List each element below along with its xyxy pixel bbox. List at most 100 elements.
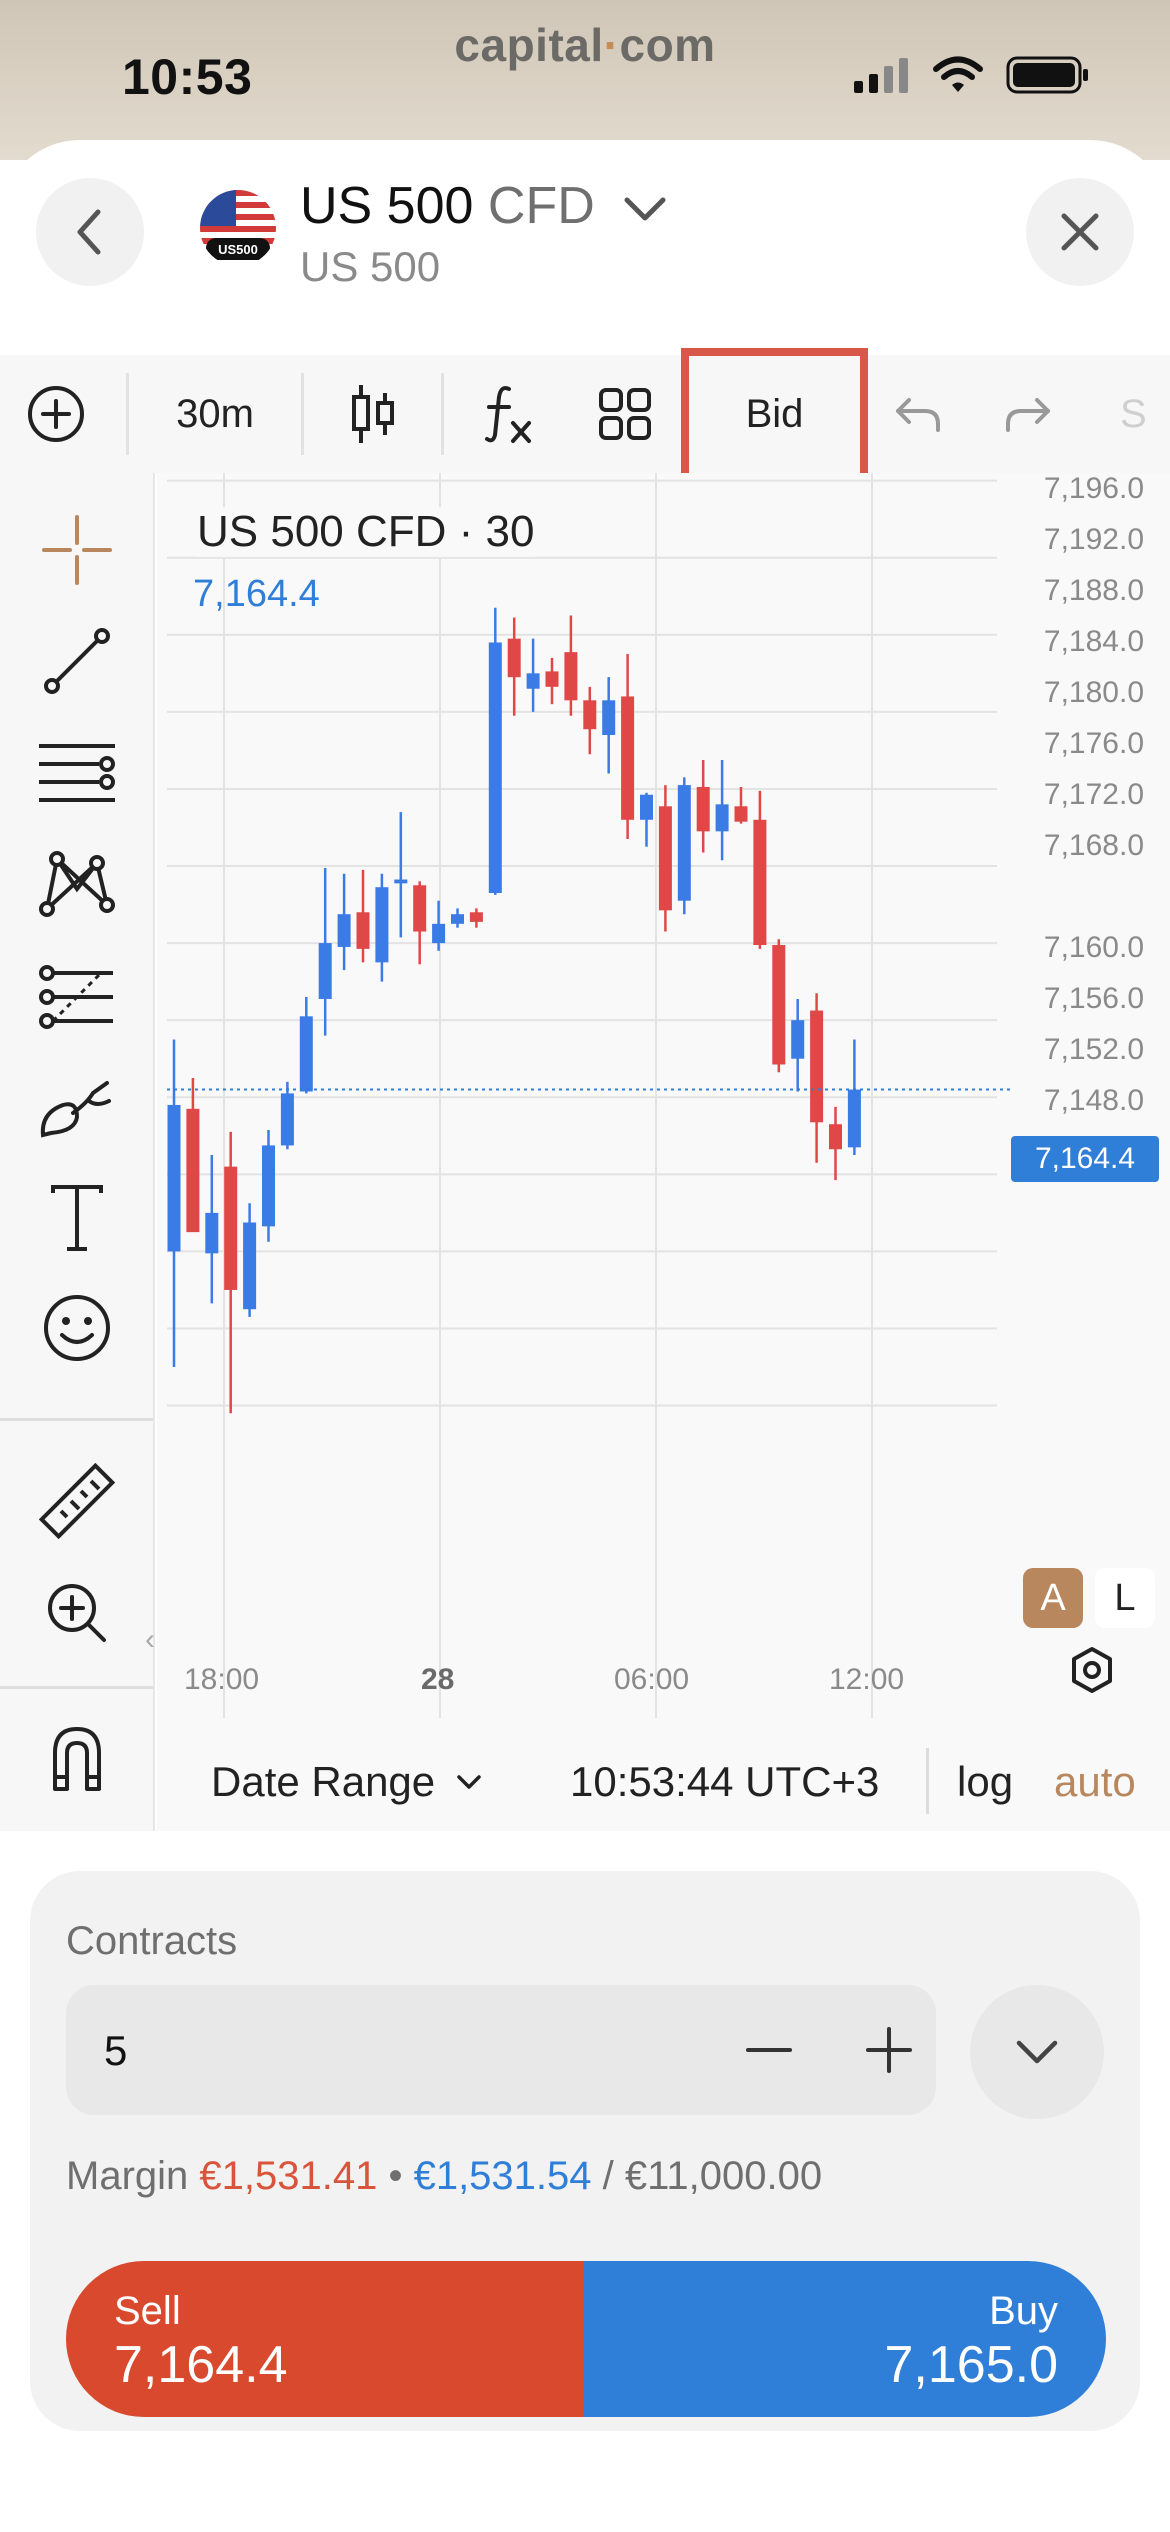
chart-bottom-bar: Date Range 10:53:44 UTC+3 log auto: [157, 1718, 1170, 1831]
toolbar-separator: [126, 373, 129, 455]
toolbar-separator: [441, 373, 444, 455]
crosshair-tool[interactable]: [32, 505, 122, 595]
brand-dot: ·: [603, 19, 620, 71]
auto-scale-button[interactable]: A: [1023, 1568, 1083, 1628]
ruler-icon: [39, 1463, 115, 1539]
price-chart[interactable]: US 500 CFD · 30 7,164.4 7,196.0 7,192.0 7,…: [145, 472, 1170, 1831]
y-tick: 7,152.0: [1043, 1033, 1144, 1066]
trend-line-tool[interactable]: [32, 616, 122, 706]
sell-button[interactable]: Sell 7,164.4: [66, 2261, 584, 2417]
candle-body: [545, 671, 559, 687]
crosshair-icon: [42, 515, 112, 585]
text-tool[interactable]: [32, 1173, 122, 1263]
flag-label: US500: [218, 242, 258, 257]
date-range-button[interactable]: Date Range: [211, 1758, 483, 1806]
instrument-sheet: US500 US 500 CFD US 500 30m Bid S US 500…: [0, 140, 1170, 2532]
expand-order-button[interactable]: [970, 1985, 1104, 2119]
y-tick: 7,176.0: [1043, 727, 1144, 760]
zoom-in-icon: [48, 1584, 106, 1642]
brand-right: com: [619, 19, 716, 71]
margin-buy-value: €1,531.54: [413, 2154, 592, 2198]
collapse-tools-chevron-icon[interactable]: ‹: [145, 1623, 155, 1657]
close-button[interactable]: [1026, 178, 1134, 286]
drawing-tools-panel: [0, 473, 155, 1831]
quantity-stepper: 5: [66, 1985, 936, 2115]
us-flag-icon: US500: [200, 190, 276, 266]
candle-body: [583, 700, 597, 730]
layout-grid-icon: [599, 388, 651, 440]
y-tick: 7,180.0: [1043, 676, 1144, 709]
horizontal-lines-tool[interactable]: [32, 728, 122, 818]
candle-body: [810, 1010, 824, 1123]
redo-button[interactable]: [980, 355, 1075, 473]
candle-body: [337, 914, 351, 947]
y-tick: 7,184.0: [1043, 625, 1144, 658]
x-tick: 18:00: [184, 1663, 260, 1696]
toolbar-overflow-item[interactable]: S: [1120, 355, 1170, 473]
layout-button[interactable]: [575, 355, 675, 473]
candle-body: [262, 1145, 275, 1227]
instrument-title[interactable]: US 500 CFD: [300, 176, 667, 236]
candle-body: [432, 923, 446, 944]
auto-button[interactable]: auto: [1054, 1758, 1136, 1806]
magnet-icon: [53, 1727, 101, 1791]
indicators-button[interactable]: [460, 355, 560, 473]
magnet-tool[interactable]: [32, 1713, 122, 1803]
back-button[interactable]: [36, 178, 144, 286]
increase-quantity-button[interactable]: [846, 2007, 932, 2093]
highlight-box: [681, 348, 868, 483]
brush-icon: [40, 1081, 111, 1138]
text-tool-icon: [51, 1185, 103, 1251]
wifi-icon: [933, 56, 983, 92]
brand-left: capital: [454, 19, 604, 71]
candle-body: [677, 785, 691, 901]
chevron-down-icon: [457, 1775, 481, 1789]
fib-tool[interactable]: [32, 951, 122, 1041]
candle-body: [243, 1222, 257, 1310]
y-tick: 7,192.0: [1043, 523, 1144, 556]
bottom-separator: [926, 1748, 929, 1814]
candle-body: [772, 945, 786, 1065]
chart-clock[interactable]: 10:53:44 UTC+3: [570, 1758, 879, 1806]
trend-line-icon: [44, 628, 110, 694]
x-tick: 28: [421, 1663, 455, 1696]
interval-button[interactable]: 30m: [130, 355, 300, 473]
undo-button[interactable]: [870, 355, 965, 473]
candle-body: [658, 806, 672, 911]
battery-icon: [1006, 56, 1088, 94]
add-button[interactable]: [0, 355, 112, 473]
y-tick: 7,148.0: [1043, 1084, 1144, 1117]
candle-body: [696, 787, 710, 832]
chevron-down-icon: [624, 197, 666, 221]
candle-body: [205, 1212, 219, 1254]
zoom-in-tool[interactable]: [32, 1568, 122, 1658]
candle-body: [526, 673, 540, 689]
quantity-input[interactable]: 5: [104, 2027, 127, 2075]
candle-body: [375, 887, 389, 963]
emoji-tool[interactable]: [32, 1283, 122, 1373]
candle-body: [791, 1020, 805, 1059]
log-button[interactable]: log: [957, 1758, 1013, 1806]
candle-body: [488, 642, 502, 893]
cellular-signal-icon: [854, 58, 908, 93]
y-tick: 7,168.0: [1043, 829, 1144, 862]
margin-sell-value: €1,531.41: [199, 2154, 378, 2198]
brush-tool[interactable]: [32, 1063, 122, 1153]
candlestick-chart[interactable]: [157, 473, 1170, 1718]
chart-type-button[interactable]: [305, 355, 440, 473]
ruler-tool[interactable]: [32, 1456, 122, 1546]
candle-body: [413, 885, 427, 932]
chevron-down-icon: [1016, 2040, 1058, 2064]
chart-settings-button[interactable]: [1067, 1645, 1117, 1700]
redo-icon: [1005, 398, 1050, 432]
candle-body: [715, 804, 729, 832]
margin-total: / €11,000.00: [591, 2154, 823, 2198]
buy-button[interactable]: Buy 7,165.0: [584, 2261, 1106, 2417]
pattern-tool[interactable]: [32, 839, 122, 929]
undo-icon: [895, 398, 940, 432]
emoji-icon: [44, 1295, 110, 1361]
minus-icon: [746, 2048, 792, 2052]
y-tick: 7,196.0: [1043, 472, 1144, 505]
log-scale-button[interactable]: L: [1095, 1568, 1155, 1628]
decrease-quantity-button[interactable]: [726, 2007, 812, 2093]
